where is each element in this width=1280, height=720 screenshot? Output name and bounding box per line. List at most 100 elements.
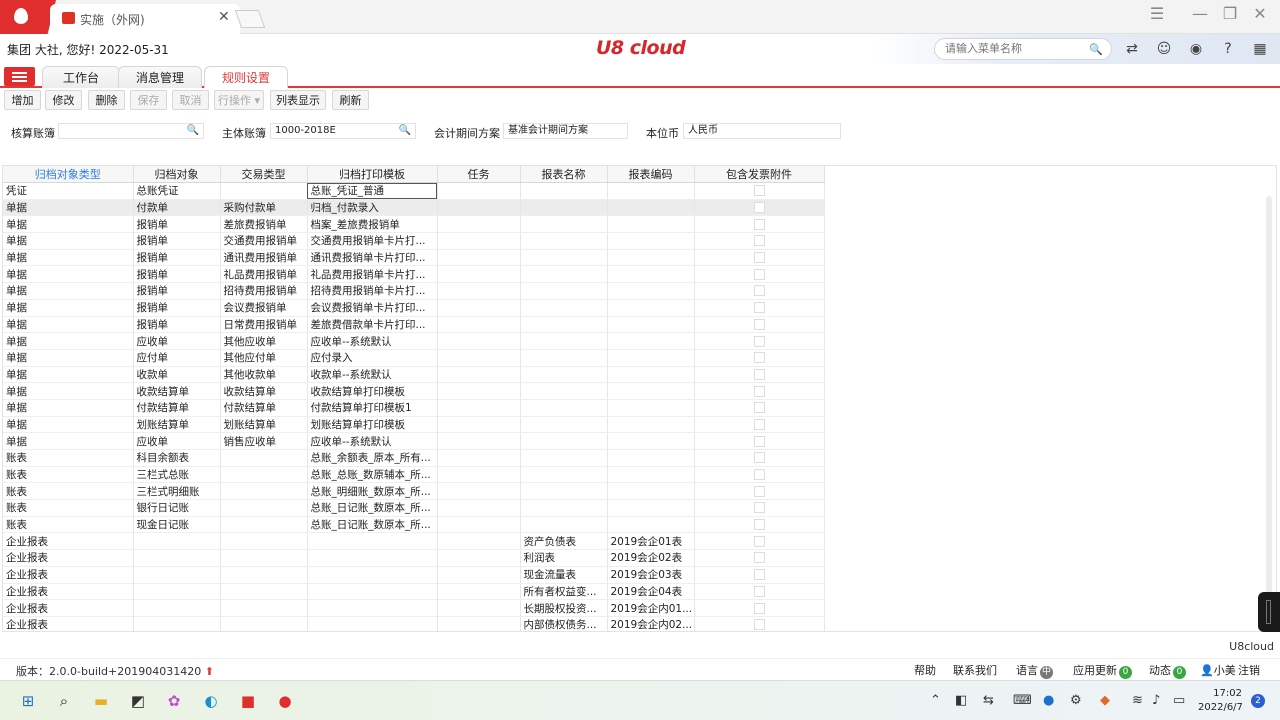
restore-icon[interactable]: ❐	[1218, 4, 1242, 23]
table-cell[interactable]	[607, 366, 695, 384]
tray-app-icon[interactable]: ◧	[955, 693, 967, 708]
table-row[interactable]: 企业报表 所有者权益变... 2019会企04表	[3, 583, 825, 601]
table-cell[interactable]: 应收单	[133, 332, 221, 350]
table-cell[interactable]	[607, 332, 695, 350]
table-cell[interactable]: 其他收款单	[220, 366, 308, 384]
table-cell[interactable]: 总账_余额表_原本_所有...	[307, 449, 438, 467]
table-cell[interactable]: 其他应收单	[220, 332, 308, 350]
invoice-attachment-checkbox[interactable]	[753, 352, 765, 364]
table-row[interactable]: 单据 应付单 其他应付单 应付录入	[3, 349, 825, 367]
new-tab-button[interactable]	[234, 10, 266, 28]
table-cell[interactable]	[133, 549, 221, 567]
table-cell[interactable]	[437, 316, 521, 334]
table-row[interactable]: 单据 应收单 销售应收单 应收单--系统默认	[3, 432, 825, 450]
search-icon[interactable]: 🔍	[1089, 43, 1103, 56]
table-cell[interactable]	[437, 399, 521, 417]
photos-app-icon[interactable]: ✿	[162, 689, 186, 713]
table-cell[interactable]	[607, 432, 695, 450]
invoice-attachment-checkbox[interactable]	[753, 252, 765, 264]
table-cell[interactable]	[133, 583, 221, 601]
table-cell[interactable]: 2019会企01表	[607, 532, 695, 551]
u8-browser-icon[interactable]: ●	[273, 689, 297, 713]
table-cell[interactable]	[520, 399, 608, 417]
invoice-attachment-checkbox[interactable]	[753, 485, 765, 497]
apps-grid-icon[interactable]: ▦	[1252, 41, 1268, 57]
table-cell[interactable]: 收款单	[133, 366, 221, 384]
table-cell[interactable]	[520, 332, 608, 350]
table-cell[interactable]: 招待费用报销单	[220, 282, 308, 300]
table-cell[interactable]	[220, 182, 308, 200]
vertical-scrollbar[interactable]	[1266, 196, 1272, 606]
list-view-button[interactable]: 列表显示	[270, 90, 326, 110]
invoice-attachment-checkbox[interactable]	[753, 302, 765, 314]
invoice-attachment-checkbox[interactable]	[753, 619, 765, 631]
table-cell[interactable]: 销售应收单	[220, 432, 308, 450]
table-cell[interactable]	[520, 215, 608, 234]
table-row[interactable]: 单据 报销单 差旅费报销单 档案_差旅费报销单	[3, 215, 825, 234]
close-window-icon[interactable]: ✕	[1248, 4, 1272, 23]
table-row[interactable]: 账表 三栏式总账 总账_总账_数原辅本_所...	[3, 466, 825, 484]
table-cell[interactable]	[307, 566, 438, 584]
table-cell[interactable]: 划账结算单	[220, 416, 308, 434]
table-cell[interactable]: 付款结算单	[220, 399, 308, 417]
table-cell[interactable]: 单据	[3, 432, 134, 450]
table-cell[interactable]	[520, 265, 608, 284]
ledger-lookup-icon[interactable]: 🔍	[187, 124, 199, 138]
table-cell[interactable]	[220, 583, 308, 601]
table-cell[interactable]: 报销单	[133, 316, 221, 334]
table-cell[interactable]	[520, 299, 608, 317]
table-cell[interactable]: 单据	[3, 282, 134, 300]
table-cell[interactable]	[520, 466, 608, 484]
edit-button[interactable]: 修改	[45, 90, 82, 110]
refresh-button[interactable]: 刷新	[332, 90, 369, 110]
invoice-attachment-checkbox[interactable]	[753, 335, 765, 347]
table-cell[interactable]: 档案_差旅费报销单	[307, 215, 438, 234]
invoice-attachment-checkbox[interactable]	[753, 602, 765, 614]
table-cell[interactable]	[307, 532, 438, 551]
table-cell[interactable]: 三栏式总账	[133, 466, 221, 484]
table-cell[interactable]: 应收单	[133, 432, 221, 450]
table-cell[interactable]: 企业报表	[3, 549, 134, 567]
table-cell[interactable]: 报销单	[133, 215, 221, 234]
table-cell[interactable]: 所有者权益变...	[520, 583, 608, 601]
table-cell[interactable]	[133, 616, 221, 631]
table-cell[interactable]: 收款结算单打印模板	[307, 382, 438, 400]
table-cell[interactable]: 账表	[3, 449, 134, 467]
table-cell[interactable]	[607, 516, 695, 534]
microphone-icon[interactable]: ●	[1043, 693, 1054, 708]
language-switch[interactable]: 语言中	[1016, 662, 1053, 679]
table-cell[interactable]	[607, 215, 695, 234]
notification-badge[interactable]: 2	[1251, 694, 1265, 708]
upgrade-arrow-icon[interactable]: ⬆	[205, 665, 214, 678]
table-row[interactable]: 单据 划账结算单 划账结算单 划账结算单打印模板	[3, 416, 825, 434]
table-cell[interactable]	[220, 532, 308, 551]
invoice-attachment-checkbox[interactable]	[753, 502, 765, 514]
invoice-attachment-checkbox[interactable]	[753, 535, 765, 547]
keyboard-icon[interactable]: ⌨	[1013, 693, 1032, 708]
table-row[interactable]: 单据 应收单 其他应收单 应收单--系统默认	[3, 332, 825, 350]
table-row[interactable]: 单据 付款单 采购付款单 归档_付款录入	[3, 199, 825, 217]
table-cell[interactable]: 总账凭证	[133, 182, 221, 200]
system-clock[interactable]: 17:02 2022/6/7	[1198, 687, 1243, 715]
column-header[interactable]: 报表名称	[520, 166, 608, 183]
tab-close-icon[interactable]: ✕	[218, 9, 230, 25]
invoice-attachment-checkbox[interactable]	[753, 268, 765, 280]
table-cell[interactable]	[520, 349, 608, 367]
logout-link[interactable]: 注销	[1238, 662, 1260, 678]
table-cell[interactable]	[607, 499, 695, 517]
switch-icon[interactable]: ⇄	[1124, 41, 1140, 57]
table-cell[interactable]: 报销单	[133, 265, 221, 284]
table-cell[interactable]: 应付录入	[307, 349, 438, 367]
table-cell[interactable]: 总账_明细账_数原本_所...	[307, 482, 438, 501]
table-row[interactable]: 企业报表 现金流量表 2019会企03表	[3, 566, 825, 584]
table-cell[interactable]	[437, 532, 521, 551]
column-header[interactable]: 包含发票附件	[694, 166, 825, 183]
table-cell[interactable]	[437, 449, 521, 467]
media-app-icon[interactable]: ■	[236, 689, 260, 713]
table-cell[interactable]	[220, 616, 308, 631]
table-cell[interactable]	[520, 516, 608, 534]
table-cell[interactable]	[520, 499, 608, 517]
table-row[interactable]: 单据 报销单 招待费用报销单 招待费用报销单卡片打...	[3, 282, 825, 300]
table-cell[interactable]	[437, 549, 521, 567]
table-cell[interactable]: 单据	[3, 316, 134, 334]
